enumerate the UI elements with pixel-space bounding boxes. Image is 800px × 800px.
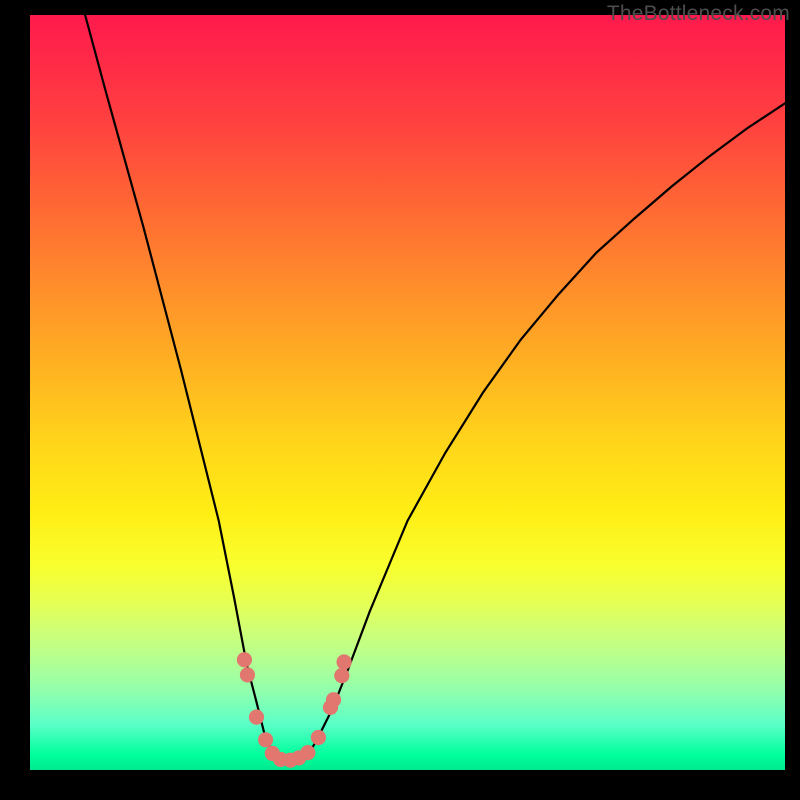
plot-area [30,15,785,770]
highlighted-points [237,652,352,768]
marker-dot [300,745,315,760]
bottleneck-curve [85,15,785,760]
marker-dot [237,652,252,667]
marker-dot [311,730,326,745]
chart-stage: TheBottleneck.com [0,0,800,800]
marker-dot [326,692,341,707]
marker-dot [334,668,349,683]
marker-dot [249,710,264,725]
marker-dot [240,667,255,682]
marker-dot [258,732,273,747]
marker-dot [336,654,351,669]
watermark-text: TheBottleneck.com [607,2,790,26]
curve-layer [30,15,785,770]
